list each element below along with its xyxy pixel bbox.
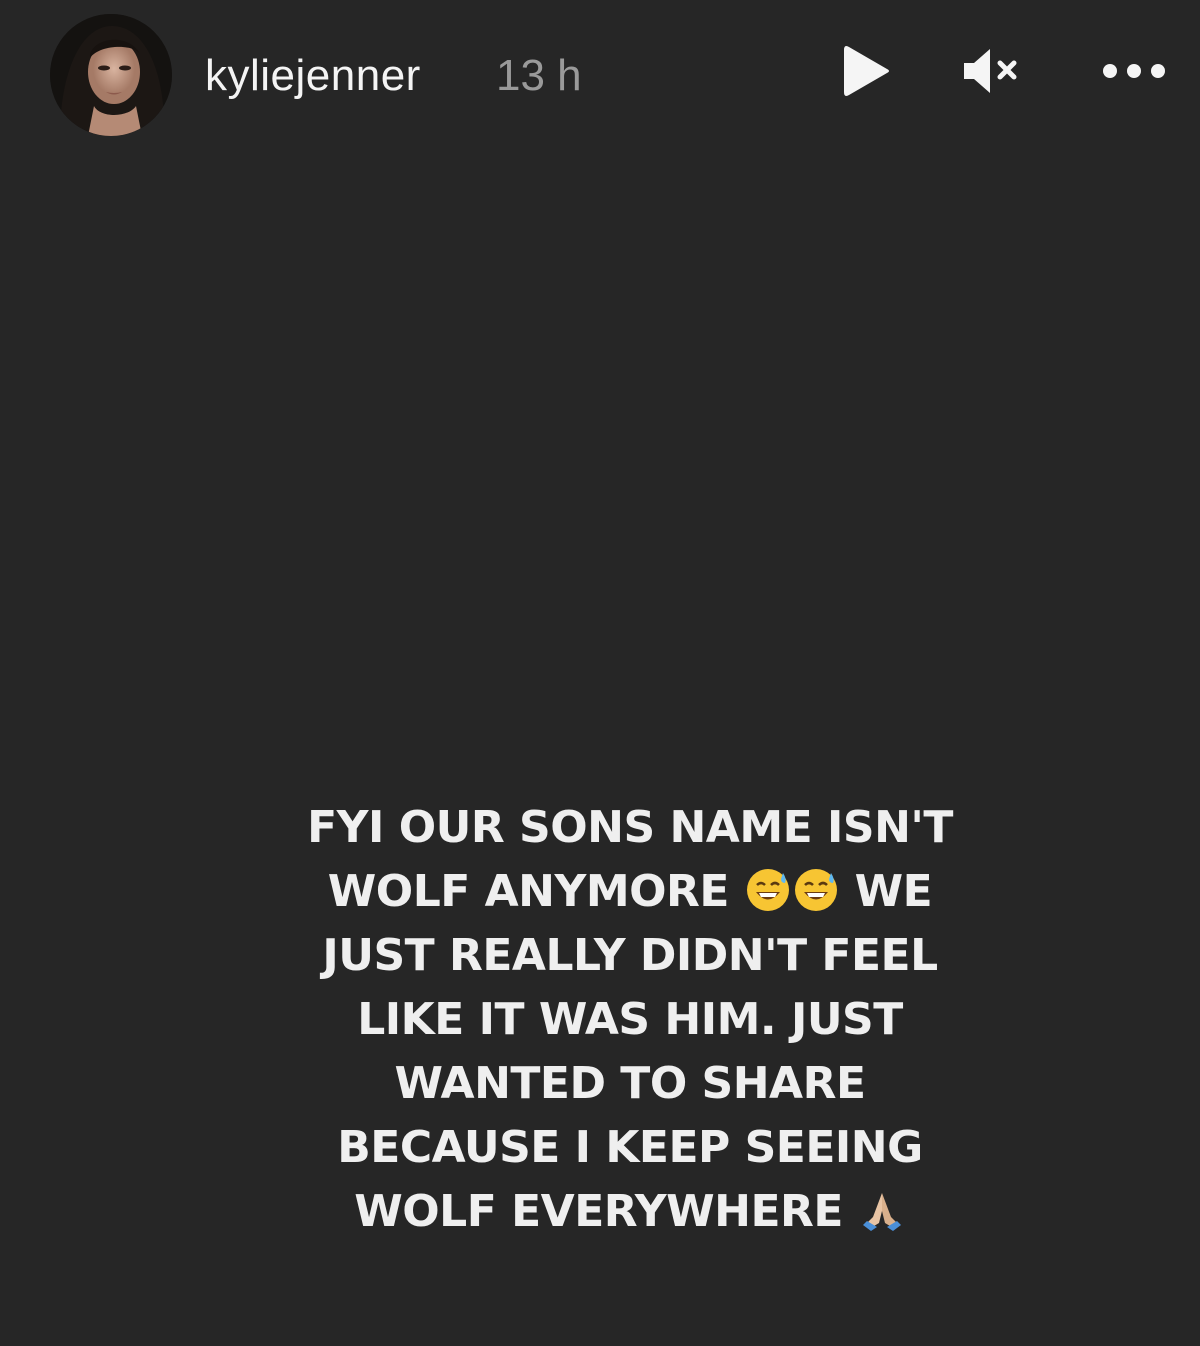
more-options-icon: [1103, 64, 1165, 78]
sweat-smile-emoji-icon: [746, 869, 789, 911]
caption-line: JUST REALLY DIDN'T FEEL: [322, 930, 938, 981]
caption-line: WANTED TO SHARE: [394, 1058, 866, 1109]
caption-line: WOLF EVERYWHERE: [300, 1180, 960, 1244]
play-icon: [844, 46, 889, 96]
folded-hands-emoji-icon: [862, 1193, 901, 1231]
caption-line: LIKE IT WAS HIM. JUST: [357, 994, 903, 1045]
mute-button[interactable]: [956, 36, 1026, 106]
timestamp: 13 h: [496, 51, 582, 100]
username[interactable]: kyliejenner: [205, 48, 421, 104]
story-caption: FYI OUR SONS NAME ISN'T WOLF ANYMORE WE …: [300, 796, 960, 1244]
more-options-button[interactable]: [1094, 36, 1174, 106]
caption-text: WOLF EVERYWHERE: [354, 1186, 843, 1237]
story-viewer: kyliejenner 13 h FYI OUR SONS NAME ISN'T…: [0, 0, 1200, 1346]
caption-text: WE: [854, 866, 933, 917]
caption-line: BECAUSE I KEEP SEEING: [337, 1122, 923, 1173]
caption-line: FYI OUR SONS NAME ISN'T: [307, 802, 953, 853]
sweat-smile-emoji-icon: [794, 869, 837, 911]
avatar-image: [50, 14, 172, 136]
muted-speaker-icon: [964, 49, 1017, 93]
caption-text: WOLF ANYMORE: [327, 866, 730, 917]
caption-line: WOLF ANYMORE WE: [300, 860, 960, 924]
avatar[interactable]: [50, 14, 172, 136]
story-header: kyliejenner 13 h: [0, 0, 1200, 150]
play-button[interactable]: [832, 36, 902, 106]
